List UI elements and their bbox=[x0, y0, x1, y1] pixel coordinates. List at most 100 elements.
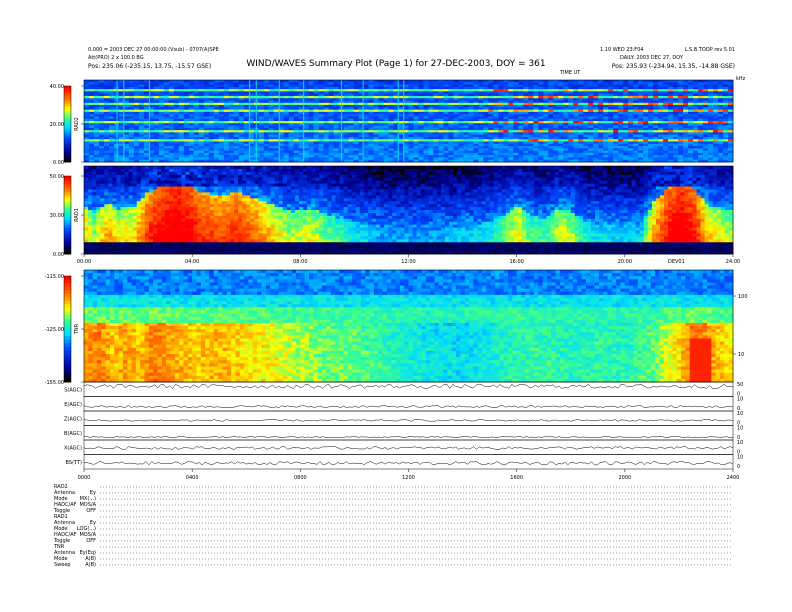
rad2-cell bbox=[103, 132, 110, 136]
rad2-cell bbox=[583, 84, 589, 88]
rad2-cell bbox=[463, 152, 469, 156]
rad2-cell bbox=[333, 121, 340, 124]
rad2-cell bbox=[673, 111, 679, 115]
rad2-cell bbox=[123, 121, 130, 124]
rad2-cell bbox=[348, 100, 354, 104]
rad2-cell bbox=[523, 109, 529, 113]
rad2-cell bbox=[233, 146, 240, 149]
rad2-cell bbox=[598, 143, 604, 147]
rad2-cell bbox=[493, 82, 499, 85]
rad2-cell bbox=[558, 100, 564, 104]
rad2-cell bbox=[183, 98, 190, 101]
rad2-cell bbox=[183, 107, 190, 111]
rad2-cell bbox=[668, 84, 674, 88]
rad2-cell bbox=[273, 95, 280, 99]
rad2-cell bbox=[643, 84, 649, 88]
rad2-cell bbox=[418, 91, 424, 95]
rad1-cell bbox=[96, 239, 101, 243]
rad2-cell bbox=[143, 107, 150, 111]
rad2-cell bbox=[238, 132, 245, 136]
rad1-cell bbox=[100, 239, 105, 243]
rad2-cell bbox=[373, 109, 379, 113]
rad2-cell bbox=[428, 100, 434, 104]
rad2-cell bbox=[273, 123, 280, 126]
rad2-cell bbox=[688, 100, 694, 104]
rad2-cell bbox=[428, 139, 434, 142]
rad2-cell bbox=[84, 130, 90, 133]
rad2-cell bbox=[463, 155, 469, 158]
rad2-cell bbox=[258, 125, 265, 129]
rad2-cell bbox=[163, 105, 170, 108]
rad2-cell bbox=[168, 118, 175, 122]
rad2-cell bbox=[258, 136, 265, 140]
rad2-cell bbox=[153, 116, 160, 120]
rad2-cell bbox=[458, 93, 464, 97]
rad2-cell bbox=[513, 148, 519, 152]
rad2-cell bbox=[403, 105, 409, 108]
rad2-cell bbox=[263, 132, 270, 136]
rad2-cell bbox=[333, 102, 340, 106]
rad2-cell bbox=[343, 121, 349, 124]
rad2-cell bbox=[438, 93, 444, 97]
rad2-streak bbox=[123, 80, 125, 162]
rad2-cell bbox=[528, 150, 534, 154]
rad2-cell bbox=[588, 84, 594, 88]
rad2-cell bbox=[543, 100, 549, 104]
rad2-cell bbox=[703, 143, 709, 147]
rad2-cell bbox=[178, 125, 185, 129]
rad2-cell bbox=[208, 134, 215, 138]
rad2-cell bbox=[243, 118, 250, 122]
rad2-cell bbox=[408, 95, 414, 99]
rad2-cell bbox=[683, 146, 689, 149]
rad2-cell bbox=[258, 123, 265, 126]
rad2-cell bbox=[613, 152, 619, 156]
rad2-cell bbox=[133, 136, 140, 140]
rad2-cell bbox=[593, 146, 599, 149]
rad2-cell bbox=[468, 139, 474, 142]
rad2-cell bbox=[633, 130, 639, 133]
rad1-cell bbox=[108, 210, 113, 214]
rad2-cell bbox=[708, 100, 714, 104]
rad2-cell bbox=[348, 136, 354, 140]
rad2-cell bbox=[268, 116, 275, 120]
rad2-cell bbox=[603, 107, 609, 111]
rad2-cell bbox=[183, 86, 190, 90]
rad2-cell bbox=[303, 80, 310, 83]
rad2-cell bbox=[553, 100, 559, 104]
rad2-cell bbox=[443, 121, 449, 124]
rad2-cell bbox=[713, 114, 719, 117]
rad2-cell bbox=[673, 150, 679, 154]
rad2-cell bbox=[153, 136, 160, 140]
rad2-cell bbox=[658, 100, 664, 104]
rad2-cell bbox=[573, 102, 579, 106]
rad1-cell bbox=[116, 177, 121, 182]
rad2-cell bbox=[708, 114, 714, 117]
rad2-cell bbox=[368, 95, 374, 99]
rad2-cell bbox=[408, 139, 414, 142]
rad2-cell bbox=[578, 82, 584, 85]
rad2-cell bbox=[443, 150, 449, 154]
rad2-cell bbox=[713, 150, 719, 154]
header-right-pos: Pos: 235.93 (-234.94, 15.35, -14.88 GSE) bbox=[612, 63, 735, 70]
rad2-cell bbox=[333, 89, 340, 92]
rad2-cell bbox=[448, 86, 454, 90]
rad2-cell bbox=[123, 116, 130, 120]
rad2-cell bbox=[238, 109, 245, 113]
rad2-cell bbox=[353, 121, 359, 124]
rad2-cell bbox=[483, 107, 489, 111]
rad2-cell bbox=[138, 89, 145, 92]
rad2-cell bbox=[178, 109, 185, 113]
rad2-cell bbox=[153, 125, 160, 129]
rad2-cell bbox=[168, 111, 175, 115]
rad2-cell bbox=[518, 121, 524, 124]
rad2-cell bbox=[588, 143, 594, 147]
rad2-cell bbox=[623, 111, 629, 115]
rad2-cell bbox=[618, 105, 624, 108]
rad2-cell bbox=[343, 111, 349, 115]
rad2-cell bbox=[173, 89, 180, 92]
rad2-cell bbox=[458, 152, 464, 156]
rad2-cell bbox=[268, 143, 275, 147]
rad2-cell bbox=[578, 146, 584, 149]
rad2-cell bbox=[378, 89, 384, 92]
rad2-cell bbox=[543, 86, 549, 90]
